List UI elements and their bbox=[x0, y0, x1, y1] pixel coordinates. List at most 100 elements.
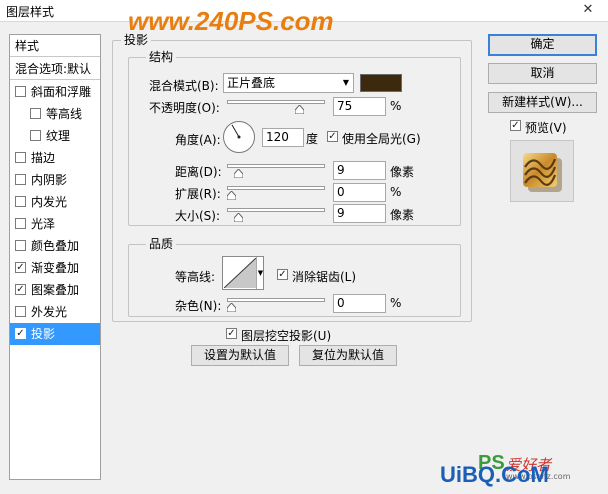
style-item[interactable]: 内阴影 bbox=[10, 169, 100, 191]
size-label: 大小(S): bbox=[175, 209, 221, 223]
style-item-label: 内发光 bbox=[31, 195, 68, 209]
angle-label: 角度(A): bbox=[175, 133, 221, 147]
style-item-checkbox[interactable] bbox=[15, 174, 26, 185]
style-item[interactable]: 斜面和浮雕 bbox=[10, 81, 100, 103]
style-item-label: 斜面和浮雕 bbox=[31, 85, 92, 99]
style-item[interactable]: 纹理 bbox=[10, 125, 100, 147]
noise-track bbox=[227, 298, 325, 302]
style-item-label: 描边 bbox=[31, 151, 56, 165]
window-title: 图层样式 bbox=[6, 5, 55, 19]
style-item[interactable]: 外发光 bbox=[10, 301, 100, 323]
gold-pattern-preview bbox=[523, 153, 562, 192]
contour-preview-icon bbox=[224, 258, 256, 288]
noise-thumb[interactable] bbox=[227, 303, 236, 312]
style-item[interactable]: ✓ 渐变叠加 bbox=[10, 257, 100, 279]
style-item[interactable]: 内发光 bbox=[10, 191, 100, 213]
style-item-checkbox[interactable]: ✓ bbox=[15, 284, 26, 295]
size-input[interactable]: 9 bbox=[333, 204, 386, 223]
style-item[interactable]: ✓ 投影 bbox=[10, 323, 100, 345]
style-item-label: 纹理 bbox=[46, 129, 71, 143]
opacity-thumb[interactable] bbox=[294, 105, 304, 114]
style-item[interactable]: 光泽 bbox=[10, 213, 100, 235]
blend-mode-value: 正片叠底 bbox=[227, 76, 276, 90]
style-item-checkbox[interactable] bbox=[15, 218, 26, 229]
spread-label: 扩展(R): bbox=[175, 187, 221, 201]
style-list-header[interactable]: 样式 bbox=[10, 35, 100, 57]
style-item-checkbox[interactable] bbox=[15, 86, 26, 97]
new-style-button[interactable]: 新建样式(W)... bbox=[488, 92, 597, 113]
noise-input[interactable]: 0 bbox=[333, 294, 386, 313]
style-item-checkbox[interactable] bbox=[15, 152, 26, 163]
knockout-label: 图层挖空投影(U) bbox=[241, 329, 332, 343]
noise-label: 杂色(N): bbox=[175, 299, 222, 313]
distance-track bbox=[227, 164, 325, 168]
preview-label: 预览(V) bbox=[525, 121, 567, 135]
anti-alias-checkbox[interactable]: ✓ bbox=[277, 269, 288, 280]
style-item-checkbox[interactable] bbox=[15, 306, 26, 317]
opacity-slider[interactable] bbox=[227, 98, 327, 114]
style-item[interactable]: 颜色叠加 bbox=[10, 235, 100, 257]
distance-label: 距离(D): bbox=[175, 165, 222, 179]
structure-title: 结构 bbox=[146, 48, 177, 65]
style-item-checkbox[interactable] bbox=[15, 240, 26, 251]
opacity-input[interactable]: 75 bbox=[333, 97, 386, 116]
distance-thumb[interactable] bbox=[234, 169, 244, 178]
shadow-color-swatch[interactable] bbox=[360, 74, 402, 92]
angle-unit: 度 bbox=[306, 132, 319, 146]
distance-unit: 像素 bbox=[390, 165, 415, 179]
opacity-track bbox=[227, 100, 325, 104]
spread-thumb[interactable] bbox=[227, 191, 236, 200]
blend-mode-label: 混合模式(B): bbox=[149, 79, 219, 93]
use-global-light-checkbox[interactable]: ✓ bbox=[327, 131, 338, 142]
quality-title: 品质 bbox=[146, 235, 177, 252]
spread-input[interactable]: 0 bbox=[333, 183, 386, 202]
knockout-checkbox[interactable]: ✓ bbox=[226, 328, 237, 339]
style-item-label: 图案叠加 bbox=[31, 283, 80, 297]
noise-unit: % bbox=[390, 296, 402, 310]
noise-slider[interactable] bbox=[227, 296, 327, 312]
style-item-label: 等高线 bbox=[46, 107, 83, 121]
watermark-top: www.240PS.com bbox=[128, 6, 334, 36]
style-item-label: 颜色叠加 bbox=[31, 239, 80, 253]
use-global-light-label: 使用全局光(G) bbox=[342, 132, 421, 146]
section-title: 投影 bbox=[121, 31, 152, 48]
make-default-button[interactable]: 设置为默认值 bbox=[191, 345, 289, 366]
angle-dial[interactable] bbox=[222, 120, 256, 154]
distance-input[interactable]: 9 bbox=[333, 161, 386, 180]
style-item-checkbox[interactable]: ✓ bbox=[15, 262, 26, 273]
style-item-label: 内阴影 bbox=[31, 173, 68, 187]
style-item-checkbox[interactable]: ✓ bbox=[15, 328, 26, 339]
contour-label: 等高线: bbox=[175, 270, 216, 284]
style-item-label: 光泽 bbox=[31, 217, 56, 231]
size-thumb[interactable] bbox=[234, 213, 244, 222]
opacity-label: 不透明度(O): bbox=[149, 101, 220, 115]
opacity-unit: % bbox=[390, 99, 402, 113]
style-list: 样式 混合选项:默认 斜面和浮雕等高线纹理描边内阴影内发光光泽颜色叠加 ✓ 渐变叠加… bbox=[9, 34, 101, 480]
ok-button[interactable]: 确定 bbox=[488, 34, 597, 56]
contour-picker[interactable]: ▼ bbox=[222, 256, 264, 290]
style-item-checkbox[interactable] bbox=[30, 108, 41, 119]
chevron-down-icon: ▼ bbox=[342, 78, 349, 87]
style-item[interactable]: 描边 bbox=[10, 147, 100, 169]
chevron-down-icon: ▼ bbox=[256, 257, 264, 289]
style-item-checkbox[interactable] bbox=[15, 196, 26, 207]
anti-alias-label: 消除锯齿(L) bbox=[292, 270, 357, 284]
blend-options-default[interactable]: 混合选项:默认 bbox=[10, 58, 100, 80]
style-item[interactable]: ✓ 图案叠加 bbox=[10, 279, 100, 301]
style-item-label: 投影 bbox=[31, 327, 56, 341]
reset-default-button[interactable]: 复位为默认值 bbox=[299, 345, 397, 366]
close-icon[interactable]: ✕ bbox=[574, 1, 602, 19]
style-preview-thumbnail bbox=[510, 140, 574, 202]
style-item[interactable]: 等高线 bbox=[10, 103, 100, 125]
spread-slider[interactable] bbox=[227, 184, 327, 200]
blend-mode-select[interactable]: 正片叠底 ▼ bbox=[223, 73, 354, 93]
distance-slider[interactable] bbox=[227, 162, 327, 178]
spread-unit: % bbox=[390, 185, 402, 199]
size-track bbox=[227, 208, 325, 212]
preview-checkbox[interactable]: ✓ bbox=[510, 120, 521, 131]
cancel-button[interactable]: 取消 bbox=[488, 63, 597, 84]
style-item-checkbox[interactable] bbox=[30, 130, 41, 141]
style-item-label: 渐变叠加 bbox=[31, 261, 80, 275]
size-slider[interactable] bbox=[227, 206, 327, 222]
angle-input[interactable]: 120 bbox=[262, 128, 304, 147]
